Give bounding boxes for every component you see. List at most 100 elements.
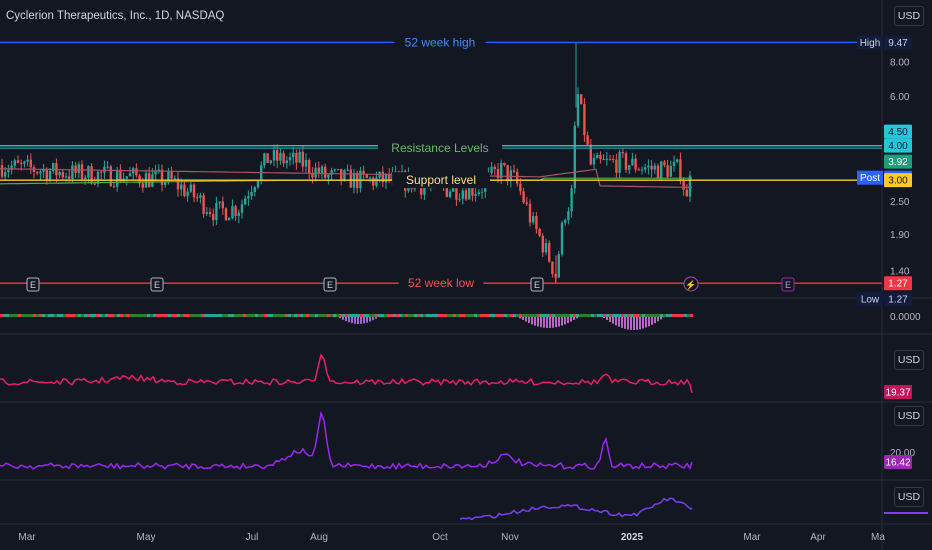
oscillator-dot bbox=[630, 314, 633, 317]
time-label: Oct bbox=[432, 532, 448, 543]
candle-body bbox=[608, 158, 612, 160]
oscillator-dot bbox=[258, 314, 261, 317]
oscillator-dot bbox=[573, 314, 576, 317]
low-level-label: 52 week low bbox=[408, 276, 474, 290]
oscillator-dot bbox=[555, 314, 558, 317]
candle-body bbox=[29, 159, 32, 168]
oscillator-dot bbox=[477, 314, 480, 317]
oscillator-dot bbox=[420, 314, 423, 317]
oscillator-dot bbox=[177, 314, 180, 317]
candle-body bbox=[80, 164, 84, 180]
oscillator-dot bbox=[87, 314, 90, 317]
oscillator-dot bbox=[633, 314, 636, 317]
candle-body bbox=[656, 165, 660, 179]
oscillator-dot bbox=[384, 314, 387, 317]
oscillator-dot bbox=[309, 314, 312, 317]
oscillator-dot bbox=[60, 314, 63, 317]
candle-body bbox=[333, 169, 336, 171]
earnings-marker-label[interactable]: E bbox=[154, 280, 160, 290]
oscillator-dot bbox=[591, 314, 594, 317]
oscillator-dot bbox=[315, 314, 318, 317]
candle-body bbox=[301, 151, 304, 167]
candle-body bbox=[23, 161, 26, 164]
oscillator-dot bbox=[120, 314, 123, 317]
candle-body bbox=[256, 180, 260, 188]
candle-body bbox=[557, 254, 560, 278]
candle-body bbox=[615, 159, 618, 173]
oscillator-bar bbox=[363, 316, 365, 324]
candle-body bbox=[64, 176, 68, 178]
candle-body bbox=[573, 125, 576, 189]
candle-body bbox=[292, 152, 295, 158]
earnings-marker-label[interactable]: E bbox=[30, 280, 36, 290]
oscillator-dot bbox=[444, 314, 447, 317]
earnings-marker-label[interactable]: E bbox=[534, 280, 540, 290]
oscillator-bar bbox=[630, 316, 632, 330]
oscillator-dot bbox=[522, 314, 525, 317]
time-label: Mar bbox=[743, 532, 761, 543]
candle-body bbox=[634, 158, 637, 170]
earnings-marker-label[interactable]: E bbox=[785, 280, 791, 290]
oscillator-dot bbox=[393, 314, 396, 317]
oscillator-dot bbox=[147, 314, 150, 317]
time-label: Nov bbox=[501, 532, 519, 543]
candle-body bbox=[250, 192, 253, 197]
pane3-line bbox=[0, 410, 693, 471]
oscillator-bar bbox=[567, 316, 569, 324]
oscillator-bar bbox=[615, 316, 617, 326]
candle-body bbox=[324, 166, 327, 178]
earnings-marker-label[interactable]: E bbox=[327, 280, 333, 290]
oscillator-dot bbox=[162, 314, 165, 317]
high-level-label: 52 week high bbox=[405, 35, 476, 49]
currency-button-pane3[interactable]: USD bbox=[894, 406, 924, 426]
candle-body bbox=[317, 167, 320, 174]
oscillator-dot bbox=[402, 314, 405, 317]
oscillator-dot bbox=[132, 314, 135, 317]
oscillator-dot bbox=[12, 314, 15, 317]
horizontal-levels: 52 week high Resistance Levels Support lev… bbox=[0, 34, 882, 292]
candle-body bbox=[100, 171, 103, 173]
candle-body bbox=[516, 171, 519, 184]
oscillator-dot bbox=[489, 314, 492, 317]
bolt-icon[interactable]: ⚡ bbox=[685, 279, 696, 291]
candle-body bbox=[16, 160, 20, 163]
oscillator-dot bbox=[588, 314, 591, 317]
oscillator-dot bbox=[639, 314, 642, 317]
oscillator-dot bbox=[261, 314, 264, 317]
oscillator-dot bbox=[129, 314, 132, 317]
price-tick: 2.50 bbox=[890, 197, 910, 208]
candle-body bbox=[365, 174, 368, 179]
oscillator-dot bbox=[657, 314, 660, 317]
oscillator-bar bbox=[546, 316, 548, 328]
oscillator-dot bbox=[684, 314, 687, 317]
currency-button-pane2[interactable]: USD bbox=[894, 350, 924, 370]
oscillator-dot bbox=[369, 314, 372, 317]
candle-body bbox=[112, 186, 116, 188]
time-label: Aug bbox=[310, 532, 328, 543]
oscillator-dot bbox=[537, 314, 540, 317]
candle-body bbox=[208, 212, 212, 214]
oscillator-bar bbox=[561, 316, 563, 326]
candle-body bbox=[288, 157, 292, 161]
oscillator-dot bbox=[69, 314, 72, 317]
oscillator-dot bbox=[549, 314, 552, 317]
oscillator-dot bbox=[654, 314, 657, 317]
candle-body bbox=[314, 167, 317, 178]
oscillator-dot bbox=[414, 314, 417, 317]
time-label: Jul bbox=[246, 532, 259, 543]
oscillator-dot bbox=[513, 314, 516, 317]
oscillator-dot bbox=[405, 314, 408, 317]
resistance-level-label: Resistance Levels bbox=[391, 141, 488, 155]
oscillator-dot bbox=[576, 314, 579, 317]
oscillator-dot bbox=[621, 314, 624, 317]
oscillator-dot bbox=[594, 314, 597, 317]
candle-body bbox=[228, 217, 231, 221]
currency-button-pane4[interactable]: USD bbox=[894, 487, 924, 507]
candle-body bbox=[503, 162, 506, 166]
oscillator-dot bbox=[18, 314, 21, 317]
oscillator-dot bbox=[531, 314, 534, 317]
candle-body bbox=[650, 165, 653, 170]
candle-body bbox=[490, 166, 493, 174]
currency-button-main[interactable]: USD bbox=[894, 6, 924, 26]
candle-body bbox=[676, 159, 679, 162]
